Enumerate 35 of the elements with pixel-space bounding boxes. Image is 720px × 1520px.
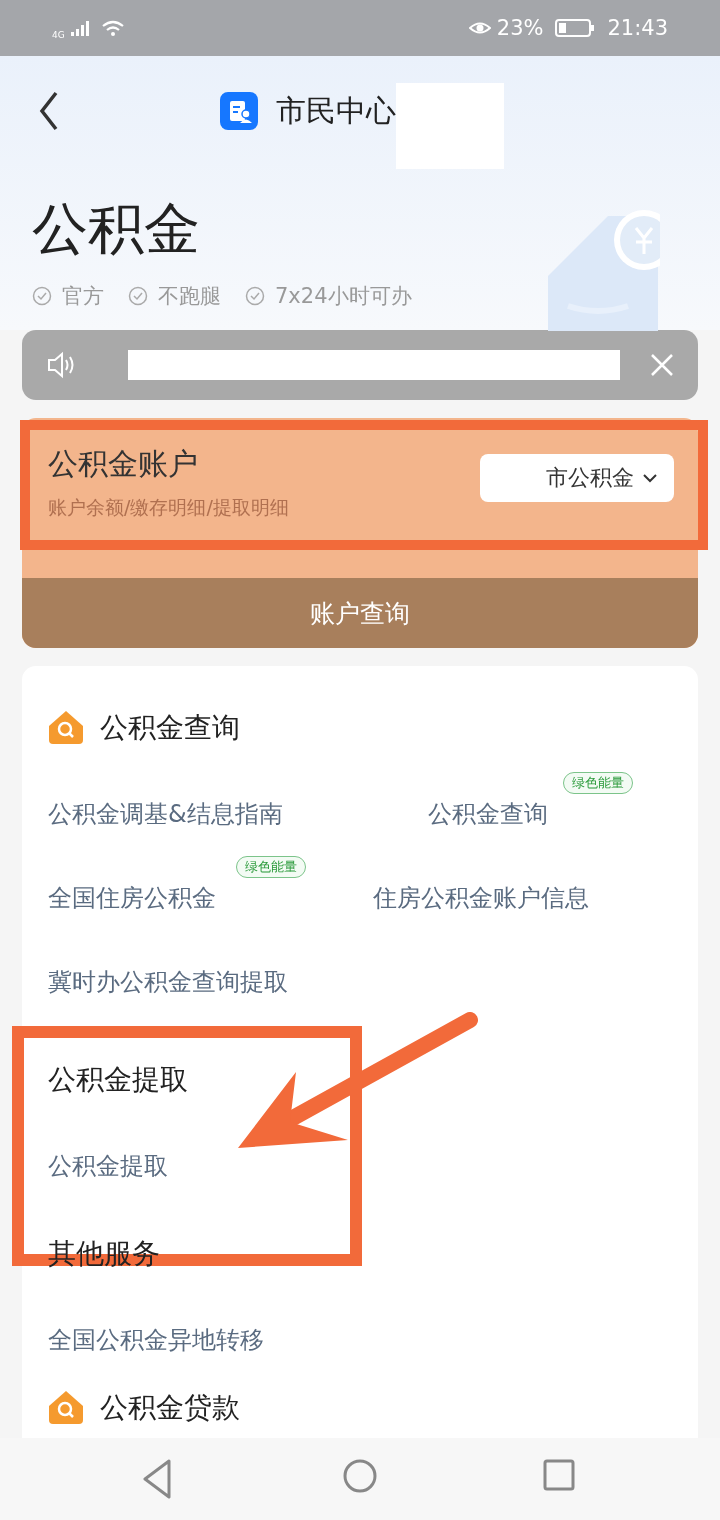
battery-percent: 23%: [496, 16, 544, 40]
service-link[interactable]: 公积金调基&结息指南: [48, 798, 283, 830]
account-title: 公积金账户: [48, 445, 199, 483]
service-link[interactable]: 住房公积金账户信息: [373, 882, 589, 914]
app-logo-icon: [220, 92, 258, 130]
network-label: 4G: [52, 30, 65, 40]
section-title: 公积金贷款: [100, 1390, 240, 1426]
clock: 21:43: [607, 16, 668, 40]
house-search-icon: [48, 1390, 84, 1426]
signal-icon: [70, 20, 89, 36]
service-link[interactable]: 全国住房公积金: [48, 882, 216, 914]
page-title: 公积金: [31, 195, 201, 263]
app-title: 市民中心: [276, 91, 396, 130]
section-title: 公积金提取: [48, 1062, 188, 1098]
close-icon[interactable]: [650, 353, 674, 377]
feature-tag: 7x24小时可办: [275, 282, 412, 310]
service-link[interactable]: 公积金提取: [48, 1150, 168, 1182]
wifi-icon: [100, 19, 125, 37]
account-subtitle: 账户余额/缴存明细/提取明细: [48, 495, 289, 520]
caret-icon: [642, 473, 658, 483]
battery-icon: [555, 19, 596, 37]
section-title: 公积金查询: [100, 710, 240, 746]
feature-tag: 官方: [62, 282, 104, 310]
account-query-button[interactable]: 账户查询: [22, 578, 698, 648]
city-dropdown[interactable]: 市公积金: [480, 454, 674, 502]
check-icon: [32, 286, 52, 306]
feature-tag: 不跑腿: [158, 282, 221, 310]
check-icon: [128, 286, 148, 306]
service-link[interactable]: 全国公积金异地转移: [48, 1324, 264, 1356]
check-icon: [245, 286, 265, 306]
energy-badge: 绿色能量: [563, 772, 633, 794]
house-search-icon: [48, 710, 84, 746]
energy-badge: 绿色能量: [236, 856, 306, 878]
service-link[interactable]: 公积金查询: [428, 798, 548, 830]
service-link[interactable]: 冀时办公积金查询提取: [48, 966, 288, 998]
